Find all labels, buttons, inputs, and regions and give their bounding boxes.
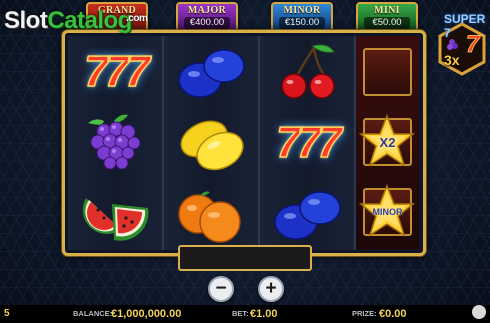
bet-label: BET: <box>232 309 249 318</box>
bet-value: €1.00 <box>250 308 278 320</box>
slotcatalog-watermark: SlotCatalog .com <box>4 7 148 34</box>
bonus-cell-x2: X2 <box>359 110 416 174</box>
minor-jackpot-label: MINOR <box>372 207 403 217</box>
bonus-reel: X2 MINOR <box>356 36 419 250</box>
prize-label: PRIZE: <box>352 309 377 318</box>
reel-3: 777 <box>260 36 354 250</box>
symbol-grapes <box>68 107 162 178</box>
jackpot-mini-value: €50.00 <box>364 17 410 29</box>
jackpot-mini: MINI €50.00 <box>356 2 418 32</box>
symbol-plum <box>164 36 258 107</box>
jackpot-minor: MINOR €150.00 <box>271 2 333 32</box>
reel-2 <box>164 36 258 250</box>
plus-icon: + <box>265 278 277 299</box>
jackpot-major-label: MAJOR <box>187 5 227 16</box>
jackpot-major-value: €400.00 <box>184 17 230 29</box>
orange-icon <box>178 191 241 243</box>
jackpot-major: MAJOR €400.00 <box>176 2 238 32</box>
symbol-orange <box>164 178 258 249</box>
watermelon-icon <box>82 198 149 241</box>
symbol-777-text: 777 <box>84 47 151 97</box>
minus-icon: − <box>215 278 227 299</box>
empty-slot-box <box>363 48 412 96</box>
grapes-icon <box>88 114 141 170</box>
balance-label: BALANCE: <box>73 309 113 318</box>
menu-button[interactable] <box>472 305 486 319</box>
plum-icon <box>178 49 245 98</box>
watermark-slot-text: Slot <box>4 7 48 34</box>
multiplier-x2-label: X2 <box>379 135 396 150</box>
increase-bet-button[interactable]: + <box>258 276 284 302</box>
reels-frame: 777 777 X2 MINOR <box>62 30 426 256</box>
jackpot-mini-label: MINI <box>374 5 400 16</box>
watermark-com-text: .com <box>126 13 148 24</box>
logo-multiplier: 3x <box>444 52 460 68</box>
jackpot-minor-label: MINOR <box>283 5 321 16</box>
status-bar: 5 BALANCE: €1,000,000.00 BET: €1.00 PRIZ… <box>0 305 490 323</box>
symbol-777: 777 <box>68 36 162 107</box>
plum-icon <box>274 191 341 240</box>
jackpot-minor-value: €150.00 <box>279 17 325 29</box>
lemon-icon <box>180 120 244 171</box>
symbol-777-text: 777 <box>276 118 343 168</box>
decrease-bet-button[interactable]: − <box>208 276 234 302</box>
symbol-777: 777 <box>260 107 354 178</box>
super-seven-logo: 7 SUPER 7 3x <box>434 8 490 76</box>
symbol-plum <box>260 178 354 249</box>
logo-title: SUPER 7 <box>444 12 486 40</box>
prize-value: €0.00 <box>379 308 407 320</box>
win-message-strip <box>178 245 312 271</box>
reel-1: 777 <box>68 36 162 250</box>
status-left-number: 5 <box>4 308 10 319</box>
cherries-icon <box>281 44 335 99</box>
watermark-catalog-text: Catalog <box>47 7 132 34</box>
bonus-cell-empty <box>359 40 416 104</box>
symbol-watermelon <box>68 178 162 249</box>
symbol-lemon <box>164 107 258 178</box>
bonus-cell-minor: MINOR <box>359 180 416 244</box>
symbol-cherries <box>260 36 354 107</box>
balance-value: €1,000,000.00 <box>111 308 182 320</box>
